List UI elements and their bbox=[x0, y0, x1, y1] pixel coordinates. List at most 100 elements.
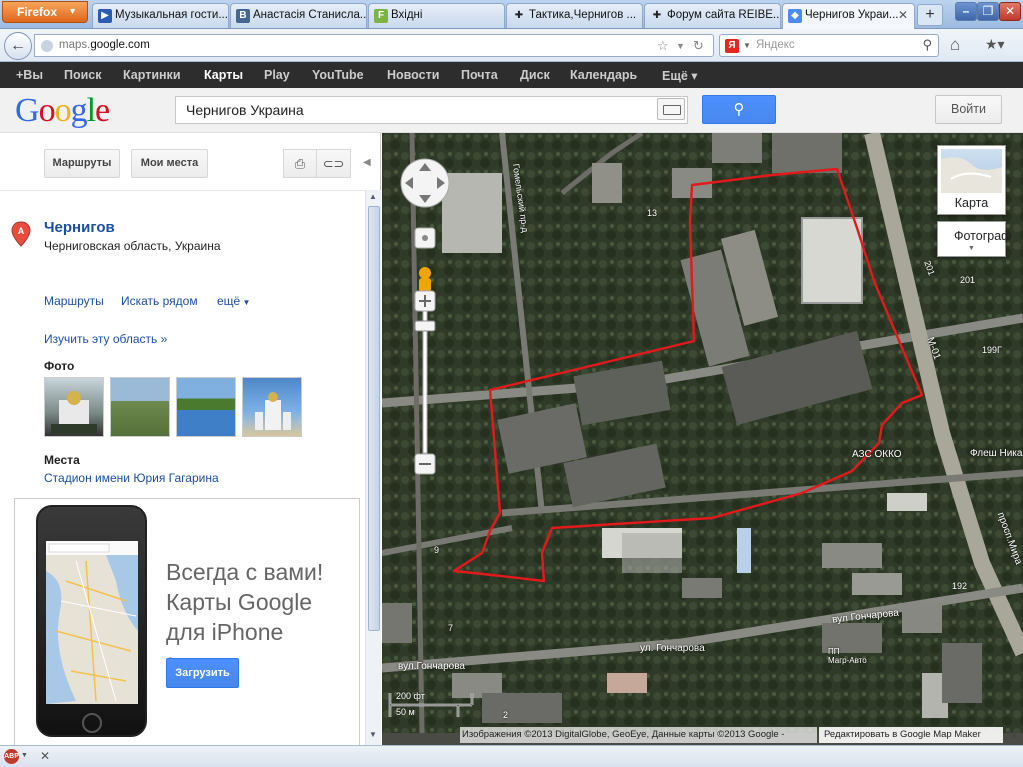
map-type-map-button[interactable]: Карта bbox=[937, 145, 1006, 215]
link-more-label: ещё bbox=[217, 294, 241, 308]
my-places-button[interactable]: Мои места bbox=[131, 149, 208, 178]
place-link[interactable]: Стадион имени Юрия Гагарина bbox=[44, 471, 219, 485]
gbar-drive[interactable]: Диск bbox=[520, 68, 550, 82]
photo-thumbnail[interactable] bbox=[176, 377, 236, 437]
bookmark-star-icon[interactable]: ☆ bbox=[657, 38, 669, 54]
close-icon[interactable]: ✕ bbox=[40, 749, 50, 763]
close-icon[interactable]: ✕ bbox=[898, 8, 908, 22]
gbar-youtube[interactable]: YouTube bbox=[312, 68, 364, 82]
new-tab-button[interactable]: + bbox=[917, 4, 943, 26]
gbar-calendar[interactable]: Календарь bbox=[570, 68, 637, 82]
back-button[interactable]: ← bbox=[4, 32, 32, 60]
chevron-down-icon[interactable]: ▼ bbox=[676, 41, 685, 51]
panel-scrollbar[interactable]: ▲ ▼ bbox=[365, 190, 381, 745]
home-icon[interactable]: ⌂ bbox=[950, 35, 960, 55]
search-icon[interactable]: ⚲ bbox=[922, 37, 932, 53]
browser-tab[interactable]: F Вхідні bbox=[368, 3, 505, 28]
satellite-map[interactable]: вул.Гончарова ул. Гончарова вул Гончаров… bbox=[382, 133, 1023, 745]
link-more[interactable]: ещё ▼ bbox=[217, 294, 250, 308]
address-label: 7 bbox=[448, 623, 454, 633]
gbar-news[interactable]: Новости bbox=[387, 68, 439, 82]
vk-icon: B bbox=[236, 9, 250, 23]
keyboard-icon[interactable] bbox=[657, 98, 685, 120]
url-bar[interactable]: maps.google.com ☆ ▼ ↻ bbox=[34, 34, 714, 57]
adblock-icon[interactable]: ABP bbox=[4, 749, 19, 764]
link-routes[interactable]: Маршруты bbox=[44, 294, 104, 308]
gbar-search[interactable]: Поиск bbox=[64, 68, 102, 82]
street-label: ул. Гончарова bbox=[640, 643, 705, 654]
scroll-up-icon[interactable]: ▲ bbox=[369, 192, 377, 201]
search-button[interactable]: ⚲ bbox=[702, 95, 776, 124]
address-label: 2 bbox=[503, 710, 509, 720]
google-logo[interactable]: Google bbox=[15, 92, 110, 130]
chevron-down-icon: ▼ bbox=[68, 6, 77, 16]
firefox-menu-label: Firefox bbox=[17, 5, 58, 19]
zoom-out-icon[interactable] bbox=[415, 454, 435, 474]
gbar-more[interactable]: Ещё ▾ bbox=[662, 68, 698, 83]
photo-thumbnail[interactable] bbox=[110, 377, 170, 437]
maximize-button[interactable]: ❐ bbox=[977, 2, 999, 21]
gbar-maps[interactable]: Карты bbox=[204, 68, 243, 82]
close-window-button[interactable]: ✕ bbox=[999, 2, 1021, 21]
iphone-promo: Всегда с вами! Карты Google для iPhone®.… bbox=[14, 498, 360, 745]
search-bar[interactable]: Я ▼ Яндекс ⚲ bbox=[719, 34, 939, 57]
link-explore[interactable]: Изучить эту область » bbox=[44, 332, 167, 346]
map-copyright: Изображения ©2013 DigitalGlobe, GeoEye, … bbox=[460, 727, 817, 743]
scrollbar-thumb[interactable] bbox=[368, 206, 380, 631]
map-maker-link[interactable]: Редактировать в Google Map Maker bbox=[819, 727, 1003, 743]
browser-nav-bar: ← maps.google.com ☆ ▼ ↻ Я ▼ Яндекс ⚲ ⌂ ★… bbox=[0, 29, 1023, 62]
photo-thumbnail[interactable] bbox=[44, 377, 104, 437]
photo-thumbnail[interactable] bbox=[242, 377, 302, 437]
zoom-slider-handle[interactable] bbox=[415, 321, 435, 331]
browser-status-bar: ABP ▼ ✕ bbox=[0, 745, 1023, 767]
chevron-down-icon[interactable]: ▼ bbox=[743, 41, 751, 50]
poi-label[interactable]: АЗС ОККО bbox=[852, 449, 902, 460]
zoom-in-icon[interactable] bbox=[415, 291, 435, 311]
browser-tab-active[interactable]: ◆ Чернигов Украи... ✕ bbox=[782, 3, 915, 29]
gbar-play[interactable]: Play bbox=[264, 68, 290, 82]
link-nearby[interactable]: Искать рядом bbox=[121, 294, 198, 308]
resize-icon[interactable]: ↘ bbox=[1006, 725, 1018, 742]
reload-icon[interactable]: ↻ bbox=[693, 38, 704, 54]
download-button[interactable]: Загрузить bbox=[166, 658, 239, 688]
bookmarks-icon[interactable]: ★▾ bbox=[985, 36, 1005, 53]
routes-button[interactable]: Маршруты bbox=[44, 149, 120, 178]
tab-label: Форум сайта REIBE... bbox=[667, 9, 781, 21]
search-query: Чернигов Украина bbox=[186, 102, 304, 118]
login-button[interactable]: Войти bbox=[935, 95, 1002, 124]
marker-a-icon[interactable]: A bbox=[11, 221, 31, 247]
location-icon[interactable] bbox=[415, 228, 435, 248]
tab-label: Тактика,Чернигов ... bbox=[529, 9, 637, 21]
map-type-satellite-button[interactable]: Фотограф ▼ bbox=[937, 221, 1011, 257]
browser-tab[interactable]: B Анастасія Станисла... bbox=[230, 3, 367, 28]
scroll-down-icon[interactable]: ▼ bbox=[369, 730, 377, 739]
poi-label[interactable]: Флеш Ника bbox=[970, 448, 1022, 459]
link-icon[interactable]: ⊂⊃ bbox=[317, 149, 351, 178]
pegman-icon[interactable] bbox=[417, 266, 433, 292]
cross-icon: ✚ bbox=[514, 10, 524, 21]
place-title[interactable]: Чернигов bbox=[44, 219, 115, 236]
street-label: вул.Гончарова bbox=[398, 661, 465, 672]
browser-tab[interactable]: ▶ Музыкальная гости... bbox=[92, 3, 229, 28]
places-heading: Места bbox=[44, 453, 80, 467]
collapse-panel-icon[interactable]: ◀ bbox=[363, 157, 371, 168]
tab-label: Вхідні bbox=[391, 9, 423, 21]
pan-control-icon[interactable] bbox=[400, 158, 450, 208]
browser-tab[interactable]: ✚ Тактика,Чернигов ... bbox=[506, 3, 643, 28]
address-label: 201 bbox=[960, 275, 976, 285]
browser-tab[interactable]: ✚ Форум сайта REIBE... bbox=[644, 3, 781, 28]
firefox-menu-button[interactable]: Firefox ▼ bbox=[2, 1, 88, 23]
map-type-label: Фотограф bbox=[954, 229, 1012, 243]
chevron-down-icon[interactable]: ▼ bbox=[21, 752, 28, 759]
search-icon: ⚲ bbox=[733, 101, 745, 118]
gbar-plus[interactable]: +Вы bbox=[16, 68, 43, 82]
search-input[interactable]: Чернигов Украина bbox=[175, 96, 688, 124]
gbar-images[interactable]: Картинки bbox=[123, 68, 181, 82]
minimize-button[interactable]: – bbox=[955, 2, 977, 21]
poi-label: ПП bbox=[828, 647, 840, 656]
print-icon[interactable]: ⎙ bbox=[283, 149, 317, 178]
tab-label: Чернигов Украи... bbox=[805, 9, 899, 21]
url-host: google.com bbox=[90, 39, 150, 51]
gbar-mail[interactable]: Почта bbox=[461, 68, 498, 82]
poi-label: Магр-Авто bbox=[828, 656, 867, 665]
